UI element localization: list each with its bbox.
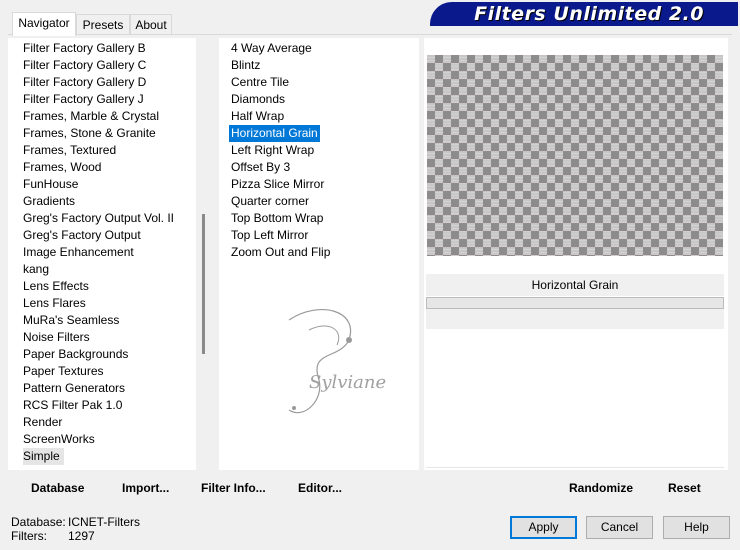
status-database-value: ICNET-Filters [68,515,140,529]
category-item[interactable]: Pattern Generators [23,380,125,397]
watermark-logo: Sylviane [288,309,386,414]
randomize-button[interactable]: Randomize [569,481,633,495]
category-item[interactable]: Filter Factory Gallery B [23,40,146,57]
category-item[interactable]: Filter Factory Gallery J [23,91,144,108]
import-button[interactable]: Import... [122,481,169,495]
category-scroll-thumb[interactable] [202,214,205,354]
help-button[interactable]: Help [663,516,730,539]
filter-item[interactable]: Pizza Slice Mirror [229,176,326,193]
filter-title-bar: Horizontal Grain [426,274,724,296]
filter-item[interactable]: Zoom Out and Flip [229,244,332,261]
category-item[interactable]: Lens Effects [23,278,89,295]
category-item[interactable]: Frames, Stone & Granite [23,125,156,142]
filter-param-header [426,309,724,329]
filter-item[interactable]: Diamonds [229,91,287,108]
filter-item[interactable]: Top Left Mirror [229,227,310,244]
title-banner: Filters Unlimited 2.0 [430,2,738,26]
category-item[interactable]: Simple [23,448,64,465]
status-database-label: Database: [11,515,66,529]
filter-title: Horizontal Grain [531,278,619,292]
filter-item[interactable]: Offset By 3 [229,159,292,176]
category-item[interactable]: Frames, Wood [23,159,101,176]
category-list[interactable]: Filter Factory Gallery B Filter Factory G… [8,38,212,470]
category-item[interactable]: Paper Textures [23,363,104,380]
filter-item[interactable]: Horizontal Grain [229,125,320,142]
preview-grain-overlay [427,55,723,256]
cancel-button[interactable]: Cancel [586,516,653,539]
category-item[interactable]: kang [23,261,49,278]
database-button[interactable]: Database [31,481,84,495]
filter-item[interactable]: Half Wrap [229,108,286,125]
watermark-text: Sylviane [309,372,386,393]
category-item[interactable]: Filter Factory Gallery D [23,74,146,91]
category-item[interactable]: Filter Factory Gallery C [23,57,146,74]
category-item[interactable]: Image Enhancement [23,244,134,261]
tab-presets[interactable]: Presets [76,14,130,35]
status-filters-value: 1297 [68,529,95,543]
category-item[interactable]: ScreenWorks [23,431,95,448]
tab-navigator[interactable]: Navigator [12,12,76,36]
category-item[interactable]: Frames, Marble & Crystal [23,108,159,125]
editor-button[interactable]: Editor... [298,481,342,495]
filter-progress-bar [426,297,724,309]
filter-item[interactable]: Blintz [229,57,262,74]
category-item[interactable]: Paper Backgrounds [23,346,128,363]
tab-divider [8,34,732,35]
category-item[interactable]: MuRa's Seamless [23,312,119,329]
category-item[interactable]: Frames, Textured [23,142,116,159]
filter-item[interactable]: 4 Way Average [229,40,314,57]
filter-item[interactable]: Top Bottom Wrap [229,210,325,227]
category-item[interactable]: Noise Filters [23,329,90,346]
filter-item[interactable]: Centre Tile [229,74,291,91]
apply-button[interactable]: Apply [510,516,577,539]
category-item[interactable]: Gradients [23,193,75,210]
tab-about[interactable]: About [130,14,172,35]
filter-item[interactable]: Quarter corner [229,193,311,210]
category-item[interactable]: Greg's Factory Output [23,227,141,244]
category-scrollbar[interactable] [196,38,212,470]
filter-info-button[interactable]: Filter Info... [201,481,266,495]
filter-list[interactable]: 4 Way Average Blintz Centre Tile Diamonds Ha… [219,38,419,470]
parameter-row [426,449,724,468]
banner-title: Filters Unlimited 2.0 [474,3,704,25]
category-item[interactable]: RCS Filter Pak 1.0 [23,397,122,414]
category-item[interactable]: Greg's Factory Output Vol. II [23,210,174,227]
category-item[interactable]: Render [23,414,62,431]
category-item[interactable]: FunHouse [23,176,78,193]
reset-button[interactable]: Reset [668,481,701,495]
status-filters-label: Filters: [11,529,47,543]
filter-item[interactable]: Left Right Wrap [229,142,316,159]
category-item[interactable]: Lens Flares [23,295,86,312]
